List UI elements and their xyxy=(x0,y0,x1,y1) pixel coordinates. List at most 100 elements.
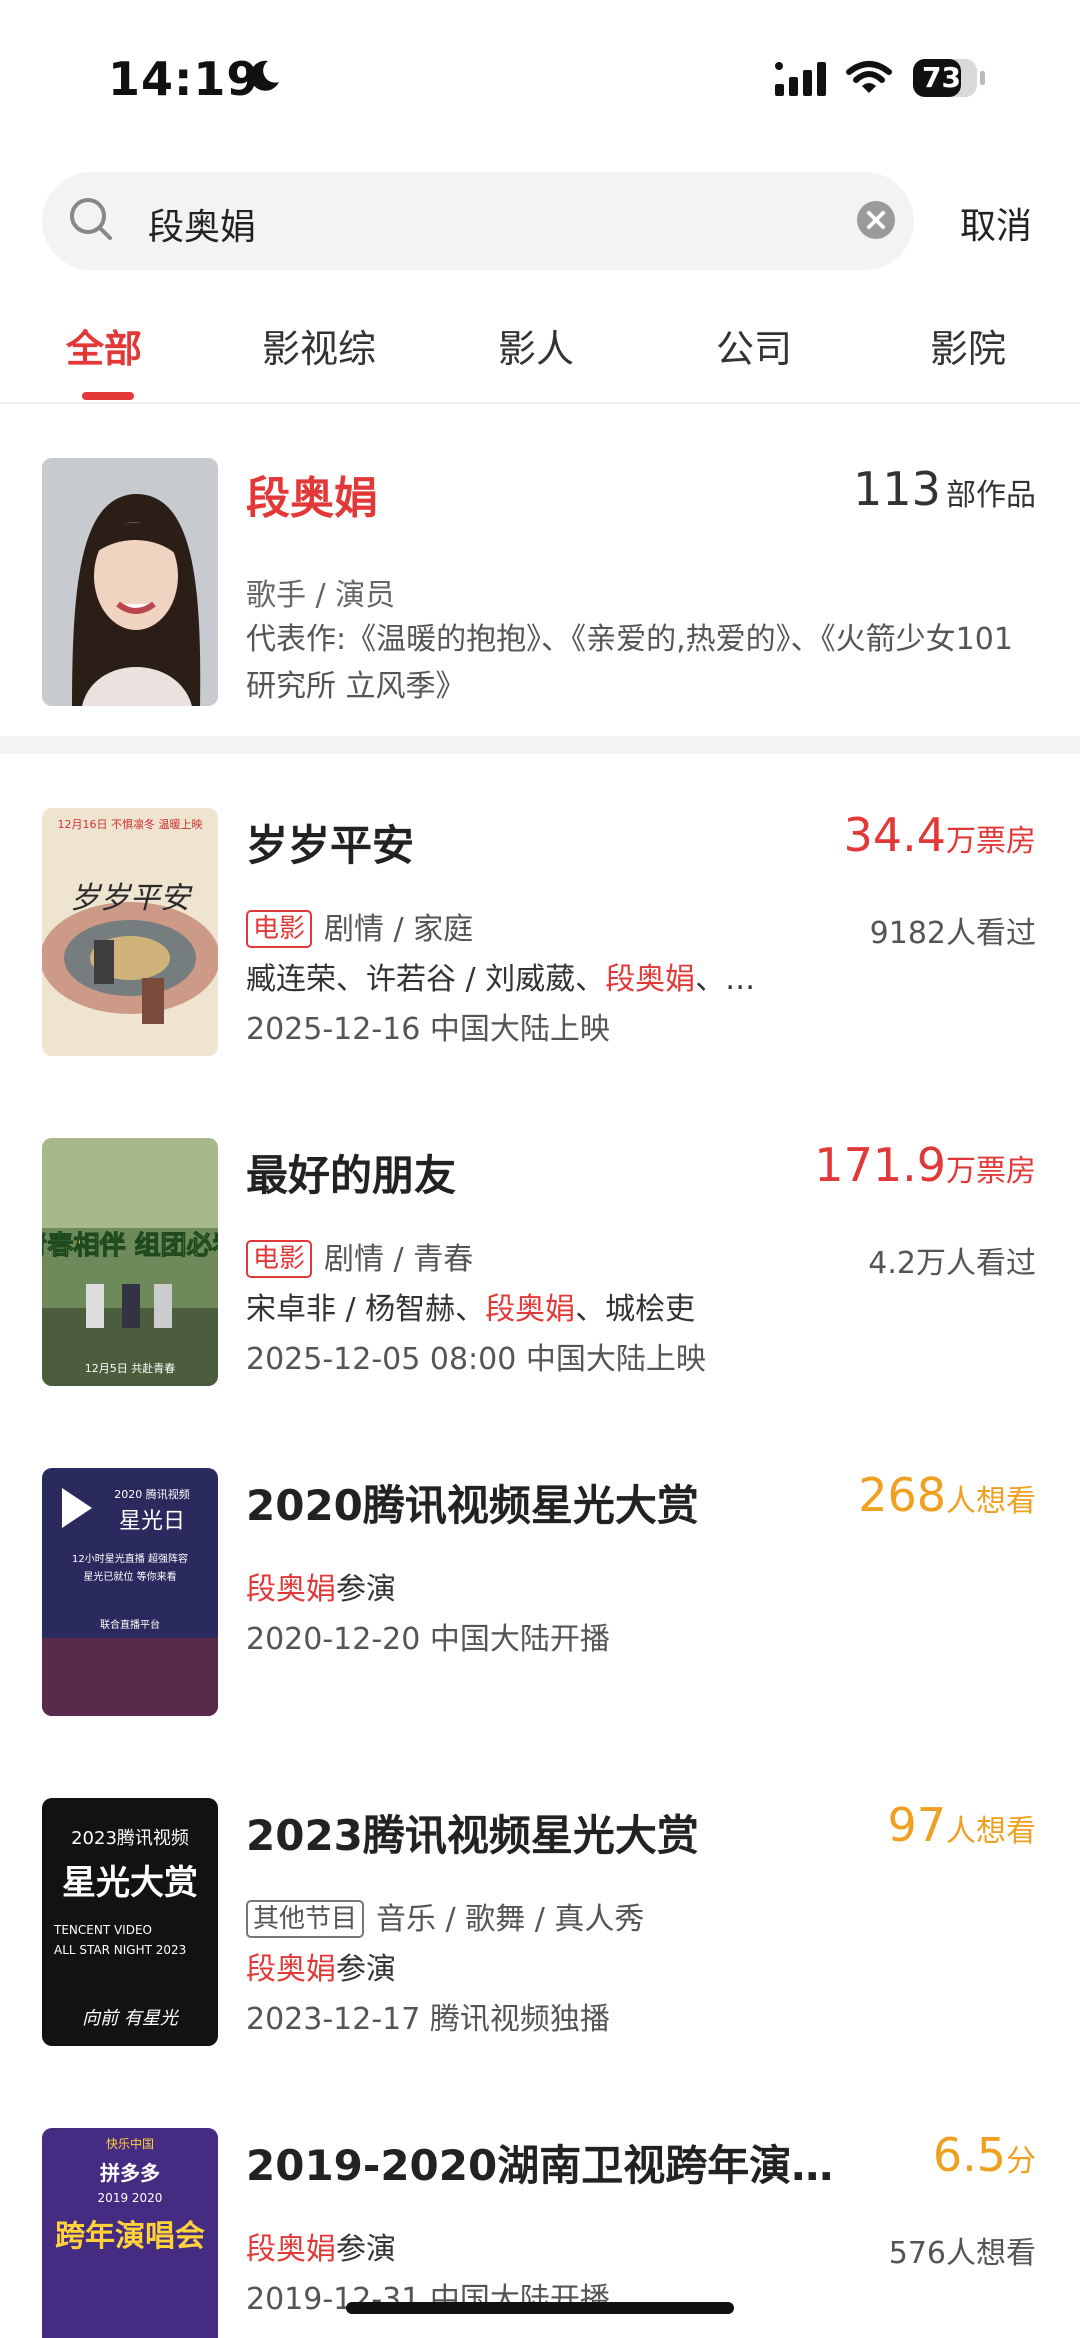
cancel-button[interactable]: 取消 xyxy=(960,197,1032,249)
cast-line: 段奥娟参演 xyxy=(246,1944,396,1988)
cast-line: 段奥娟参演 xyxy=(246,1564,396,1608)
release-info: 2023-12-17 腾讯视频独播 xyxy=(246,2002,610,2037)
poster-caption: 12月5日 共赴青春 xyxy=(85,1361,176,1375)
status-time: 14:19 xyxy=(108,52,260,106)
cast-more: 、… xyxy=(695,962,756,997)
poster-title-art: 星光日 xyxy=(119,1509,185,1534)
watch-count: 9182人看过 xyxy=(869,916,1036,951)
type-tag: 电影 xyxy=(246,1240,313,1278)
genre-line: 其他节目 音乐 / 歌舞 / 真人秀 xyxy=(246,1894,644,1938)
tab-indicator xyxy=(82,392,134,400)
result-title: 2019-2020湖南卫视跨年演… xyxy=(246,2141,834,2190)
poster-image: 2023腾讯视频 星光大赏 TENCENT VIDEO ALL STAR NIG… xyxy=(42,1798,218,2046)
cast-highlight: 段奥娟 xyxy=(246,1572,336,1607)
cast-names: 宋卓非 / 杨智赫、 xyxy=(246,1292,486,1327)
tab-bar: 全部 影视综 影人 公司 影院 xyxy=(0,300,1080,404)
rating: 6.5分 xyxy=(933,2128,1036,2182)
watch-count: 576人想看 xyxy=(888,2236,1036,2271)
moon-icon xyxy=(250,60,279,91)
cast-highlight: 段奥娟 xyxy=(605,962,696,997)
poster-caption: 2023腾讯视频 xyxy=(71,1828,189,1849)
result-title: 2023腾讯视频星光大赏 xyxy=(246,1811,699,1860)
tab-people[interactable]: 影人 xyxy=(498,318,574,373)
cast-highlight: 段奥娟 xyxy=(246,1952,336,1987)
metric-value: 268 xyxy=(858,1468,946,1522)
status-bar: 14:19 73 xyxy=(0,0,1080,150)
result-title: 岁岁平安 xyxy=(246,821,415,870)
cast-line: 段奥娟参演 xyxy=(246,2224,396,2268)
cast-more: 、城桧吏 xyxy=(575,1292,696,1327)
poster-line-1: 拼多多 xyxy=(100,2161,160,2185)
person-name: 段奥娟 xyxy=(246,473,378,524)
poster-title-art: 青春相伴 组团必看 xyxy=(42,1230,218,1261)
wifi-icon xyxy=(846,61,892,93)
cast-line: 宋卓非 / 杨智赫、段奥娟、城桧吏 xyxy=(246,1284,695,1328)
clear-icon[interactable] xyxy=(856,200,896,240)
genre: 音乐 / 歌舞 / 真人秀 xyxy=(376,1902,645,1937)
genre-line: 电影 剧情 / 家庭 xyxy=(246,904,473,948)
poster-title-art: 星光大赏 xyxy=(62,1863,198,1903)
signal-icon xyxy=(775,62,826,96)
cast-more: 参演 xyxy=(336,2232,396,2267)
release-info: 2025-12-05 08:00 中国大陆上映 xyxy=(246,1342,706,1377)
poster-line-2: 星光已就位 等你来看 xyxy=(83,1570,176,1583)
search-icon xyxy=(70,198,112,240)
box-office: 171.9万票房 xyxy=(814,1138,1036,1192)
type-tag: 其他节目 xyxy=(246,1900,365,1938)
battery-level: 73 xyxy=(922,61,961,94)
battery-icon: 73 xyxy=(912,58,986,98)
result-item[interactable]: 2020 腾讯视频 星光日 12小时星光直播 超强阵容 星光已就位 等你来看 联… xyxy=(0,1468,1080,1718)
tab-cinema[interactable]: 影院 xyxy=(930,318,1006,373)
cast-names: 臧连荣、许若谷 / 刘威葳、 xyxy=(246,962,606,997)
person-role: 歌手 / 演员 xyxy=(246,578,396,613)
release-info: 2020-12-20 中国大陆开播 xyxy=(246,1622,610,1657)
want-count: 97人想看 xyxy=(887,1798,1036,1852)
tab-film-tv[interactable]: 影视综 xyxy=(262,318,376,373)
metric-unit: 人想看 xyxy=(946,1484,1036,1519)
home-indicator[interactable] xyxy=(346,2302,734,2314)
person-representative-works: 代表作:《温暖的抱抱》、《亲爱的,热爱的》、《火箭少女101研究所 立风季》 xyxy=(246,622,1013,704)
poster-image: 12月16日 不惧凛冬 温暖上映 岁岁平安 xyxy=(42,808,218,1056)
result-item[interactable]: 12月16日 不惧凛冬 温暖上映 岁岁平安 岁岁平安 34.4万票房 电影 剧情 … xyxy=(0,808,1080,1058)
poster-line-1: TENCENT VIDEO xyxy=(53,1923,152,1937)
poster-line-2: ALL STAR NIGHT 2023 xyxy=(54,1943,186,1957)
poster-image: 快乐中国 拼多多 2019 2020 跨年演唱会 xyxy=(42,2128,218,2338)
genre: 剧情 / 家庭 xyxy=(324,912,474,947)
watch-count: 4.2万人看过 xyxy=(868,1246,1036,1281)
want-count: 268人想看 xyxy=(858,1468,1036,1522)
works-count: 113 部作品 xyxy=(853,462,1036,516)
search-bar[interactable]: 段奥娟 xyxy=(42,172,914,270)
cast-more: 参演 xyxy=(336,1572,396,1607)
metric-value: 97 xyxy=(887,1798,946,1852)
result-title: 2020腾讯视频星光大赏 xyxy=(246,1481,699,1530)
search-input[interactable]: 段奥娟 xyxy=(148,198,256,250)
cast-highlight: 段奥娟 xyxy=(485,1292,576,1327)
metric-unit: 人想看 xyxy=(946,1814,1036,1849)
tab-company[interactable]: 公司 xyxy=(716,318,792,373)
type-tag: 电影 xyxy=(246,910,313,948)
result-item[interactable]: 2023腾讯视频 星光大赏 TENCENT VIDEO ALL STAR NIG… xyxy=(0,1798,1080,2048)
cast-line: 臧连荣、许若谷 / 刘威葳、段奥娟、… xyxy=(246,954,755,998)
poster-caption: 2020 腾讯视频 xyxy=(114,1487,190,1501)
poster-caption: 快乐中国 xyxy=(106,2136,154,2151)
metric-unit: 万票房 xyxy=(946,824,1036,859)
section-divider xyxy=(0,736,1080,754)
box-office: 34.4万票房 xyxy=(844,808,1036,862)
genre-line: 电影 剧情 / 青春 xyxy=(246,1234,473,1278)
result-item[interactable]: 青春相伴 组团必看 12月5日 共赴青春 最好的朋友 171.9万票房 电影剧情… xyxy=(0,1138,1080,1388)
metric-unit: 分 xyxy=(1006,2144,1036,2179)
poster-line-1: 12小时星光直播 超强阵容 xyxy=(72,1552,188,1565)
cast-highlight: 段奥娟 xyxy=(246,2232,336,2267)
genre: 剧情 / 青春 xyxy=(324,1242,474,1277)
poster-line-3: 向前 有星光 xyxy=(82,2008,180,2029)
cast-more: 参演 xyxy=(336,1952,396,1987)
person-avatar xyxy=(42,458,218,706)
release-info: 2025-12-16 中国大陆上映 xyxy=(246,1012,610,1047)
poster-title-art: 跨年演唱会 xyxy=(55,2219,205,2254)
tab-all[interactable]: 全部 xyxy=(66,318,142,373)
poster-title-art: 岁岁平安 xyxy=(70,881,193,916)
result-title: 最好的朋友 xyxy=(246,1151,457,1200)
works-number: 113 xyxy=(853,462,941,516)
metric-value: 6.5 xyxy=(932,2128,1006,2182)
works-label: 部作品 xyxy=(946,478,1036,513)
